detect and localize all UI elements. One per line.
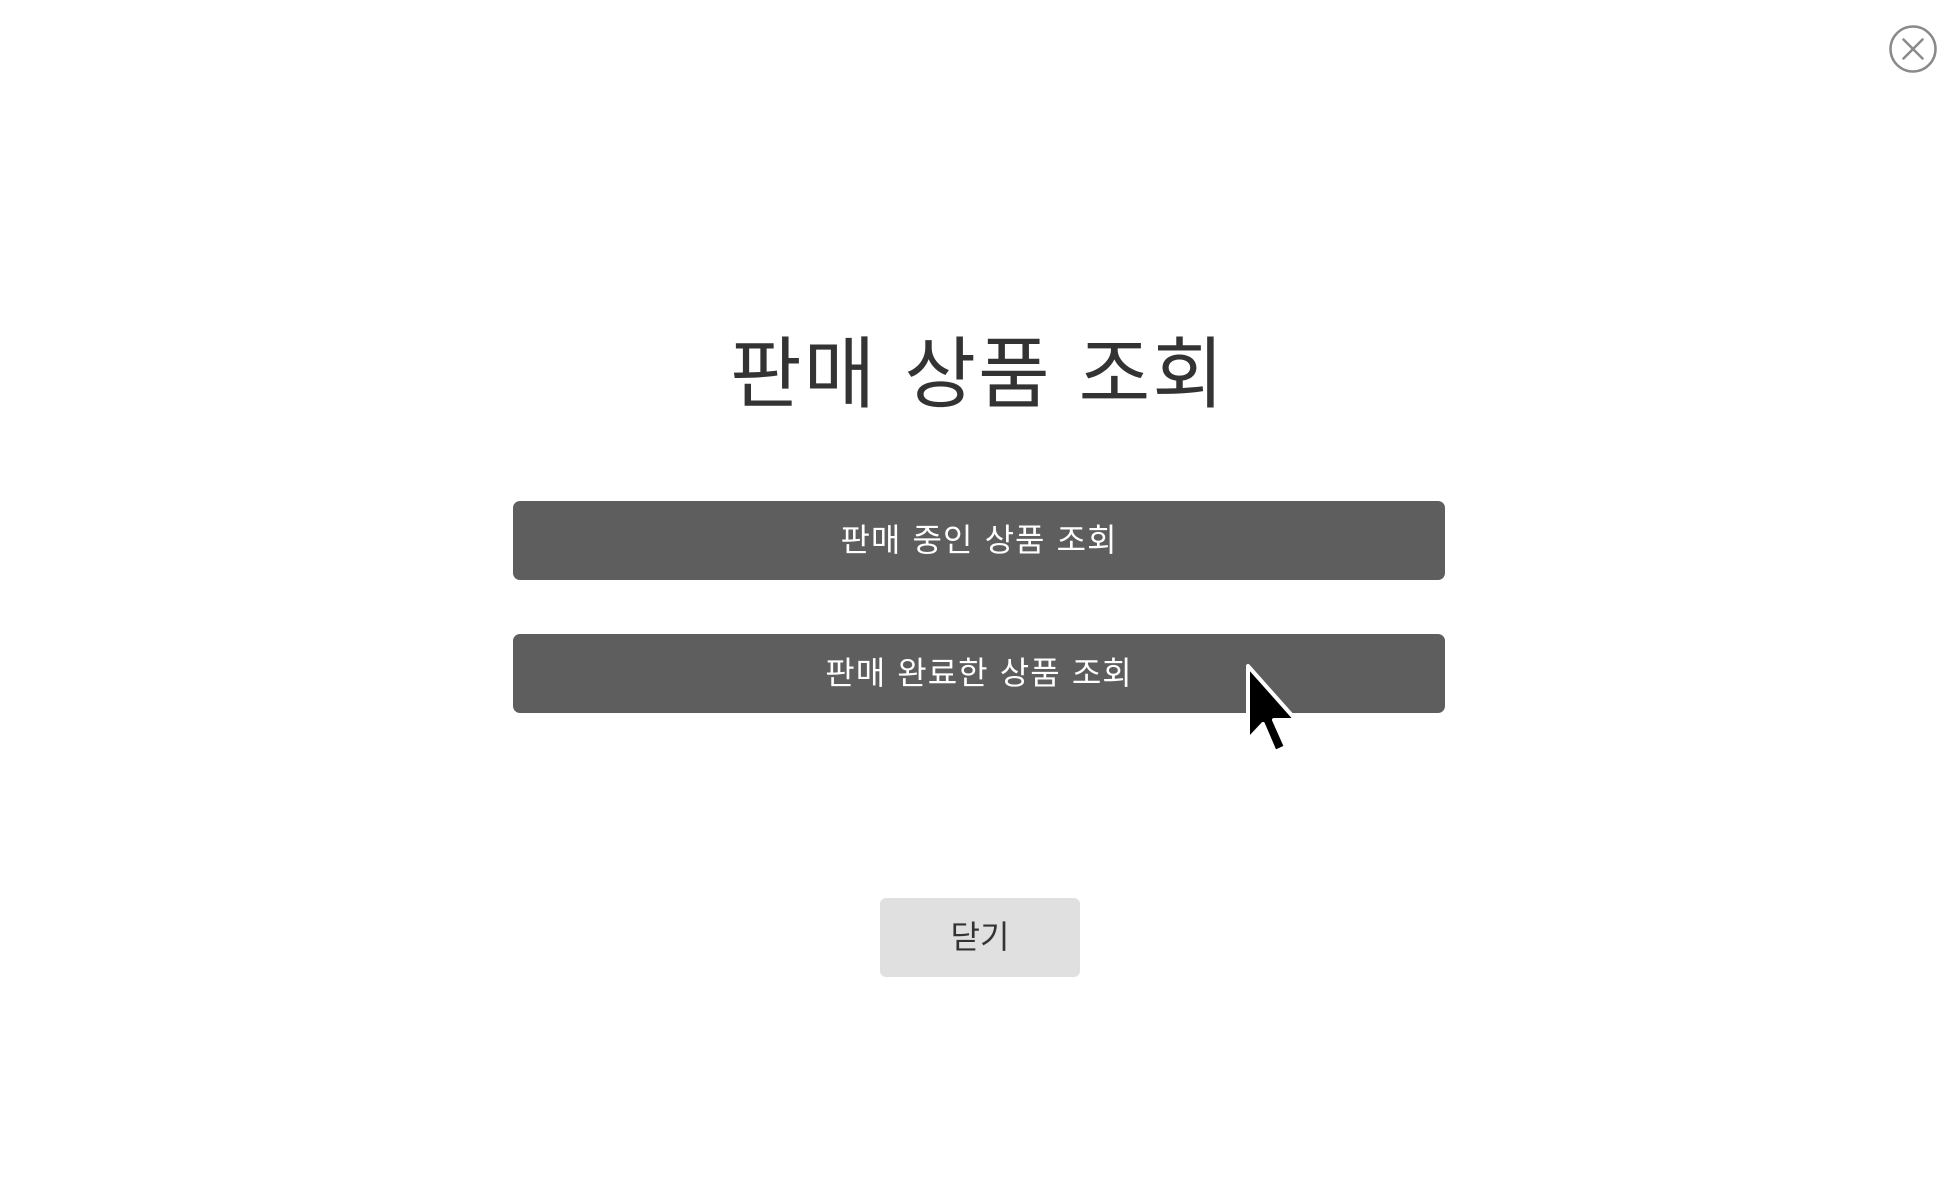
- view-selling-products-button[interactable]: 판매 중인 상품 조회: [513, 501, 1445, 580]
- product-inquiry-dialog: 판매 상품 조회 판매 중인 상품 조회 판매 완료한 상품 조회 닫기: [0, 0, 1956, 1200]
- view-sold-products-button[interactable]: 판매 완료한 상품 조회: [513, 634, 1445, 713]
- close-icon[interactable]: [1888, 24, 1938, 74]
- page-title: 판매 상품 조회: [729, 330, 1227, 420]
- close-button[interactable]: 닫기: [880, 898, 1080, 977]
